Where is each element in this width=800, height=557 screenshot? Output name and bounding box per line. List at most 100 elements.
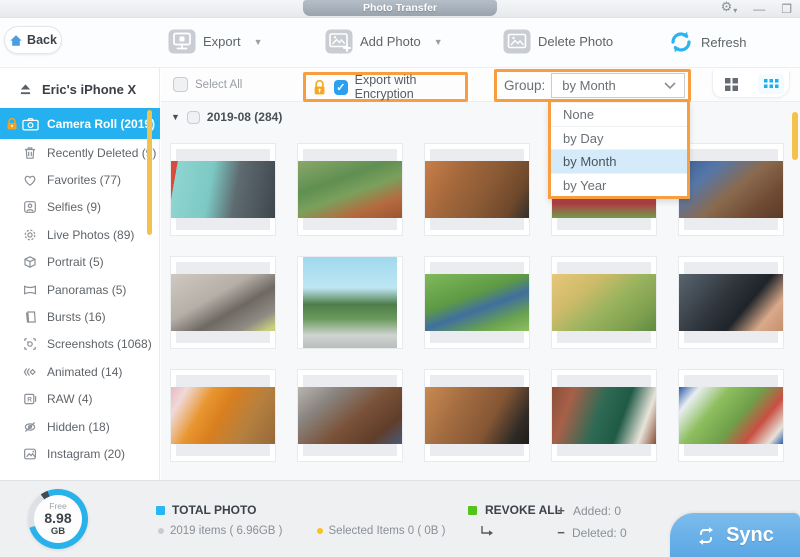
group-checkbox[interactable] [187,111,200,124]
thumb-frame-bottom [303,444,397,456]
photo-thumbnail-man-with-dslr[interactable] [678,256,784,349]
large-grid-view-button[interactable] [718,74,744,94]
photo-thumbnail-salad-plate[interactable] [678,369,784,462]
minimize-icon[interactable]: — [753,0,765,18]
sidebar: Eric's iPhone X Camera Roll (2019) Recent… [0,68,160,480]
photo-thumbnail-child-on-shoulders-park[interactable] [424,256,530,349]
animated-icon [22,364,38,380]
sidebar-item-label: Camera Roll (2019) [47,117,155,131]
revoke-square-icon [468,506,477,515]
sidebar-item-portrait-5[interactable]: Portrait (5) [0,249,160,276]
refresh-button[interactable]: Refresh [668,29,747,55]
encryption-checkbox[interactable]: ✓ [334,80,348,95]
sidebar-item-screenshots-1068[interactable]: Screenshots (1068) [0,331,160,358]
sidebar-item-label: Panoramas (5) [47,283,126,297]
photo-thumbnail-vintage-car-dashboard[interactable] [170,143,276,236]
back-button[interactable]: Back [4,26,62,54]
thumb-frame-bottom [684,331,778,343]
plus-icon: + [556,503,566,518]
photo-thumbnail-cacti-pots[interactable] [297,143,403,236]
deleted-row: − Deleted: 0 [556,525,627,540]
chevron-down-icon [664,82,676,90]
device-header[interactable]: Eric's iPhone X [0,76,160,102]
thumb-frame-top [176,262,270,274]
select-all-checkbox[interactable]: Select All [173,77,242,92]
export-caret-icon[interactable]: ▼ [254,37,263,47]
photo-image [171,274,275,331]
photo-grid [161,143,800,480]
items-summary: 2019 items ( 6.96GB ) [170,525,283,537]
sidebar-item-instagram-20[interactable]: Instagram (20) [0,440,160,467]
export-button[interactable]: Export ▼ [168,29,263,54]
sidebar-item-favorites-77[interactable]: Favorites (77) [0,166,160,193]
select-all-box[interactable] [173,77,188,92]
sidebar-item-recently-deleted-9[interactable]: Recently Deleted (9) [0,139,160,166]
thumb-frame-top [684,262,778,274]
sidebar-item-label: Screenshots (1068) [47,337,152,351]
eject-icon[interactable] [18,83,33,96]
sidebar-item-raw-4[interactable]: RRAW (4) [0,386,160,413]
photo-image [298,161,402,218]
photo-thumbnail-pizza-and-controller[interactable] [424,369,530,462]
added-label: Added: 0 [573,504,621,518]
photo-thumbnail-coastal-road[interactable] [297,256,403,349]
sidebar-scrollbar-thumb[interactable] [147,110,152,235]
sidebar-item-camera-roll-2019[interactable]: Camera Roll (2019) [0,108,160,139]
selected-dot-icon [317,528,323,534]
thumb-frame-top [557,262,651,274]
photo-thumbnail-food-on-wood-table[interactable] [424,143,530,236]
sidebar-item-live-photos-89[interactable]: Live Photos (89) [0,221,160,248]
portrait-cube-icon [22,254,38,270]
group-option-by-month[interactable]: by Month [551,149,687,173]
select-all-label: Select All [195,79,242,91]
sidebar-item-panoramas-5[interactable]: Panoramas (5) [0,276,160,303]
sidebar-item-bursts-16[interactable]: Bursts (16) [0,303,160,330]
home-icon [9,34,23,47]
selected-summary: Selected Items 0 ( 0B ) [329,525,446,537]
revoke-all[interactable]: REVOKE ALL [468,503,562,517]
main-header-row: Select All ✓ Export with Encryption Grou… [161,68,800,102]
photo-image [679,161,783,218]
free-value: 8.98 [44,511,71,526]
group-option-none[interactable]: None [551,102,687,126]
photo-thumbnail-brown-dog-fed[interactable] [678,143,784,236]
photo-thumbnail-soup-bowl[interactable] [170,369,276,462]
photo-thumbnail-woman-walking-park[interactable] [551,256,657,349]
trash-icon [22,145,38,161]
thumb-frame-top [430,375,524,387]
items-summary-row: 2019 items ( 6.96GB ) Selected Items 0 (… [158,525,445,537]
sidebar-item-animated-14[interactable]: Animated (14) [0,358,160,385]
photo-image [679,274,783,331]
photo-group-header[interactable]: ▼ 2019-08 (284) [171,110,282,124]
collapse-triangle-icon[interactable]: ▼ [171,112,180,122]
thumb-frame-top [176,149,270,161]
main-scrollbar-thumb[interactable] [792,112,798,160]
delete-photo-button[interactable]: Delete Photo [503,29,613,54]
thumb-frame-top [684,375,778,387]
group-option-by-year[interactable]: by Year [551,173,687,197]
bursts-icon [22,309,38,325]
photo-thumbnail-petting-dog[interactable] [297,369,403,462]
lock-icon [312,78,327,97]
small-grid-view-button[interactable] [758,74,784,94]
sidebar-item-label: RAW (4) [47,392,93,406]
photo-image [171,387,275,444]
add-photo-button[interactable]: Add Photo ▼ [325,29,443,54]
maximize-icon[interactable]: ❐ [781,0,792,18]
thumb-frame-top [430,149,524,161]
thumb-frame-bottom [557,218,651,230]
photo-thumbnail-tying-shoes[interactable] [170,256,276,349]
free-unit: GB [51,526,65,537]
group-select[interactable]: by Month [551,73,685,98]
sidebar-item-selfies-9[interactable]: Selfies (9) [0,194,160,221]
settings-gear-icon[interactable]: ⚙▾ [721,0,738,20]
sidebar-item-hidden-18[interactable]: Hidden (18) [0,413,160,440]
sidebar-item-label: Recently Deleted (9) [47,146,156,160]
add-photo-caret-icon[interactable]: ▼ [434,37,443,47]
sync-icon [696,526,716,546]
photo-thumbnail-green-front-door[interactable] [551,369,657,462]
group-option-by-day[interactable]: by Day [551,126,687,150]
sync-button[interactable]: Sync [670,513,800,557]
hidden-eye-icon [22,419,38,435]
sidebar-item-label: Bursts (16) [47,310,106,324]
